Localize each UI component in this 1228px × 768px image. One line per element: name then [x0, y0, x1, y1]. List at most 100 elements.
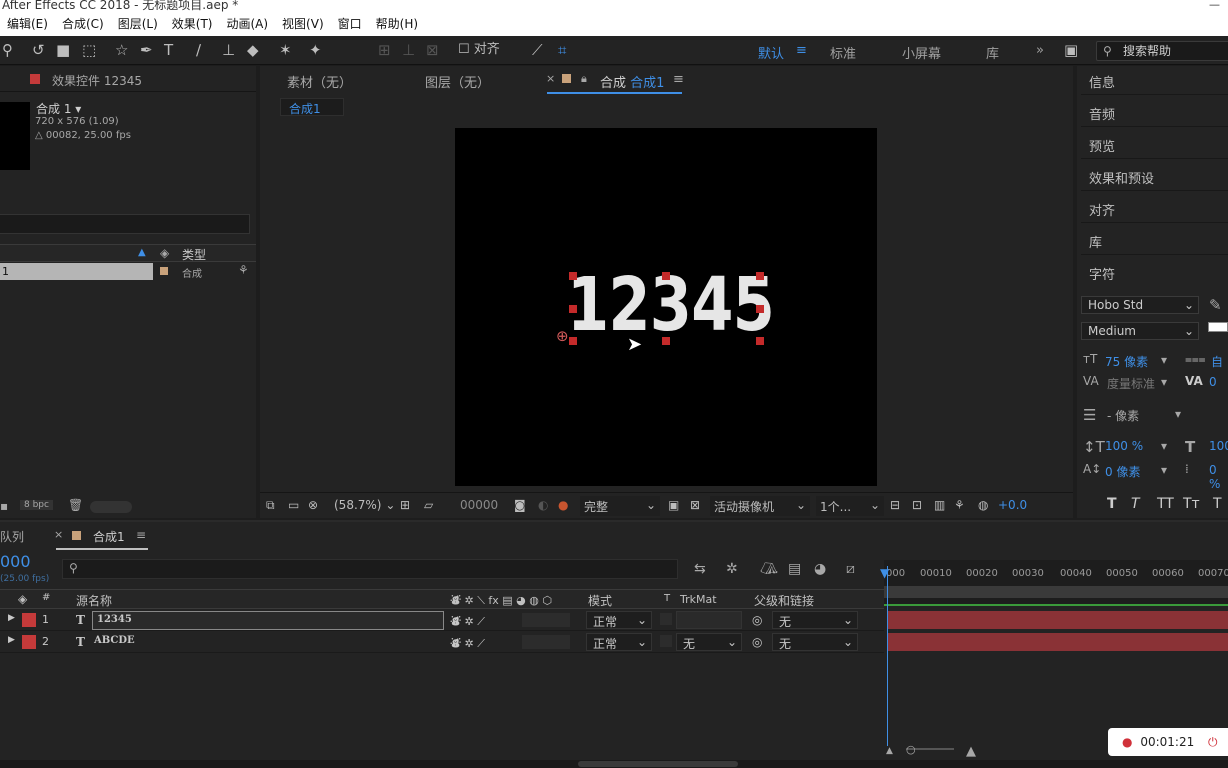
roto-brush-tool-icon[interactable]: ✶	[279, 42, 292, 58]
comp-name-dropdown[interactable]: 合成 1 ▾	[36, 100, 81, 117]
flowchart-icon[interactable]: ⚘	[954, 498, 965, 512]
power-icon[interactable]: ⏻	[1208, 728, 1218, 756]
workspace-standard[interactable]: 标准	[830, 43, 856, 62]
workspace-small-screen[interactable]: 小屏幕	[902, 43, 941, 62]
bbox-handle[interactable]	[756, 272, 764, 280]
show-snapshot-icon[interactable]: ◐	[538, 498, 548, 512]
vertical-scale-value[interactable]: 100 %	[1105, 439, 1143, 453]
expand-arrow-icon[interactable]: ▶	[8, 635, 15, 645]
layer-duration-bar[interactable]	[888, 633, 1228, 651]
sort-up-icon[interactable]: ▲	[138, 247, 146, 258]
panel-effects-presets[interactable]: 效果和预设	[1081, 162, 1228, 191]
chevron-down-icon[interactable]: ▾	[1161, 375, 1167, 389]
monitor-icon[interactable]: ▭	[288, 498, 299, 512]
timeline-current-time[interactable]: 000	[0, 552, 31, 571]
chevron-down-icon[interactable]: ▾	[1161, 439, 1167, 453]
anchor-point-icon[interactable]: ⊕	[556, 329, 569, 344]
comp-canvas[interactable]: 12345 ⊕ ➤	[455, 128, 877, 486]
work-area-bar[interactable]	[884, 586, 1228, 598]
parent-dropdown[interactable]: 无 ⌄	[772, 611, 858, 629]
bpc-button[interactable]: 8 bpc	[20, 500, 53, 510]
type-column-header[interactable]: 类型	[182, 246, 206, 263]
mask-visibility-icon[interactable]: ⊗	[308, 498, 318, 512]
playhead-handle-icon[interactable]: ▼	[880, 566, 889, 580]
sync-settings-icon[interactable]: ▣	[1064, 42, 1078, 58]
preserve-transparency-checkbox[interactable]	[660, 613, 672, 625]
menu-layer[interactable]: 图层(L)	[111, 13, 165, 36]
snapping-checkbox[interactable]: ☐ 对齐	[458, 42, 500, 58]
transparency-grid-icon[interactable]: ▱	[424, 498, 433, 512]
index-column-header[interactable]: #	[42, 592, 50, 603]
pick-whip-icon[interactable]: ◎	[752, 613, 762, 627]
menu-edit[interactable]: 编辑(E)	[0, 13, 55, 36]
timeline-icon[interactable]: ▥	[934, 498, 945, 512]
leading-value[interactable]: 自	[1211, 353, 1223, 370]
lock-icon[interactable]: 🔒︎	[581, 72, 587, 86]
frame-blending-icon[interactable]: ▤	[788, 561, 801, 577]
close-tab-icon[interactable]: ×	[54, 528, 63, 541]
pen-tool-icon[interactable]: ✒	[140, 42, 153, 58]
tab-footage[interactable]: 素材（无）	[287, 72, 352, 91]
tab-composition[interactable]: 合成 合成1	[600, 72, 664, 91]
layer-search-input[interactable]: ⚲	[62, 559, 678, 579]
parent-dropdown[interactable]: 无 ⌄	[772, 633, 858, 651]
magnification-dropdown[interactable]: (58.7%) ⌄	[334, 498, 395, 512]
rotate-tool-icon[interactable]: ↺	[32, 42, 45, 58]
panel-menu-icon[interactable]: ≡	[673, 72, 684, 87]
layer-switches[interactable]: ⛇ ✲ ⟋	[450, 613, 485, 629]
tracking-value[interactable]: 0	[1209, 375, 1217, 389]
snap-icon[interactable]: ⟋	[532, 42, 543, 58]
all-caps-button[interactable]: TT	[1157, 496, 1174, 512]
project-search-input[interactable]	[0, 214, 250, 234]
effect-controls-tab[interactable]: 效果控件 12345	[0, 66, 256, 92]
menu-animation[interactable]: 动画(A)	[219, 13, 275, 36]
channel-icon[interactable]: ●	[558, 498, 568, 512]
close-tab-icon[interactable]: ×	[546, 72, 555, 85]
shy-layers-icon[interactable]: ⛺︎	[760, 561, 778, 577]
playhead[interactable]	[887, 566, 888, 746]
preserve-transparency-header[interactable]: T	[664, 593, 670, 604]
trash-icon[interactable]: 🗑	[68, 498, 83, 512]
always-preview-icon[interactable]: ⧉	[266, 498, 275, 513]
time-ruler[interactable]: 000 00010 00020 00030 00040 00050 00060 …	[884, 560, 1228, 606]
tab-render-queue[interactable]: 队列	[0, 528, 24, 545]
mode-column-header[interactable]: 模式	[588, 592, 612, 609]
horizontal-scale-value[interactable]: 100	[1209, 439, 1228, 453]
camera-dropdown[interactable]: 活动摄像机 ⌄	[710, 496, 810, 516]
font-style-dropdown[interactable]: Medium ⌄	[1081, 322, 1199, 340]
layer-label-swatch[interactable]	[22, 635, 36, 649]
thumbnail-slider[interactable]	[90, 501, 132, 513]
bbox-handle[interactable]	[756, 337, 764, 345]
snap-target-icon[interactable]: ⌗	[558, 42, 566, 58]
comp-breadcrumb[interactable]: 合成1	[280, 98, 344, 116]
brush-tool-icon[interactable]: ∕	[196, 42, 201, 58]
canvas-text-layer[interactable]: 12345	[567, 268, 775, 342]
current-time[interactable]: 00000	[460, 498, 498, 512]
more-workspaces-icon[interactable]: »	[1036, 43, 1044, 58]
blend-mode-dropdown[interactable]: 正常 ⌄	[586, 611, 652, 629]
layer-name[interactable]: 12345	[92, 611, 444, 630]
label-tag-icon[interactable]: ◈	[160, 246, 169, 260]
grid-icon[interactable]: ⊞	[400, 498, 410, 512]
trkmat-dropdown[interactable]	[676, 611, 742, 629]
bbox-handle[interactable]	[569, 337, 577, 345]
project-item-row[interactable]: 1 合成 ⚘	[0, 263, 256, 280]
toggle-transparency-icon[interactable]: ⊠	[690, 498, 700, 512]
fast-previews-icon[interactable]: ⊡	[912, 498, 922, 512]
preserve-transparency-checkbox[interactable]	[660, 635, 672, 647]
panel-audio[interactable]: 音频	[1081, 98, 1228, 127]
fill-color-swatch[interactable]	[1208, 322, 1228, 332]
search-help-input[interactable]: ⚲ 搜索帮助	[1096, 41, 1228, 61]
kerning-value[interactable]: 度量标准	[1107, 375, 1155, 392]
small-caps-button[interactable]: Tт	[1183, 496, 1200, 512]
font-family-dropdown[interactable]: Hobo Std ⌄	[1081, 296, 1199, 314]
minimize-button[interactable]: —	[1209, 0, 1220, 10]
flowchart-icon[interactable]: ⚘	[238, 263, 249, 277]
chevron-down-icon[interactable]: ▾	[1161, 353, 1167, 367]
zoom-tool-icon[interactable]: ⚲	[2, 42, 13, 58]
graph-editor-icon[interactable]: ⧄	[846, 561, 855, 577]
snapshot-icon[interactable]: ◙	[514, 498, 526, 512]
menu-view[interactable]: 视图(V)	[275, 13, 331, 36]
faux-italic-button[interactable]: T	[1131, 496, 1140, 512]
layer-switch-boxes[interactable]	[522, 613, 570, 627]
